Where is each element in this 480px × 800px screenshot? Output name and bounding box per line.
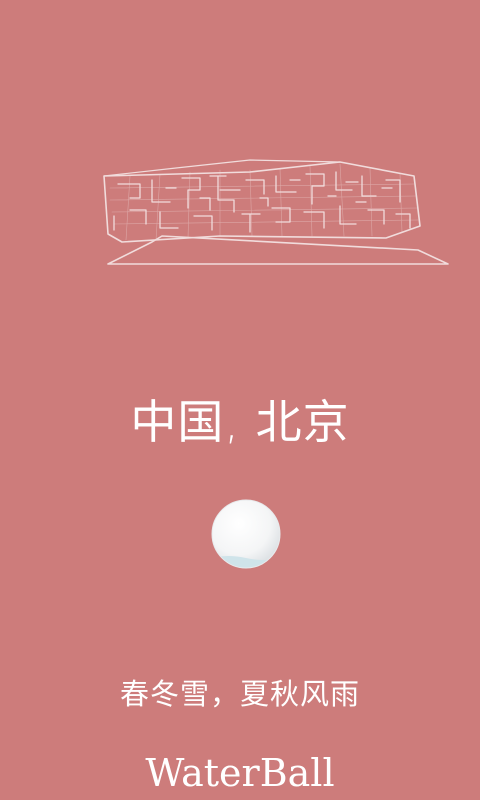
splash-screen: 中国, 北京 春冬雪，夏秋风雨 WaterBall bbox=[0, 0, 480, 800]
city-name: 中国, 北京 bbox=[130, 395, 350, 449]
water-ball-icon[interactable] bbox=[210, 498, 282, 570]
app-name: WaterBall bbox=[145, 751, 335, 795]
building-outline-icon bbox=[103, 159, 449, 265]
weather-description: 春冬雪，夏秋风雨 bbox=[119, 677, 360, 711]
